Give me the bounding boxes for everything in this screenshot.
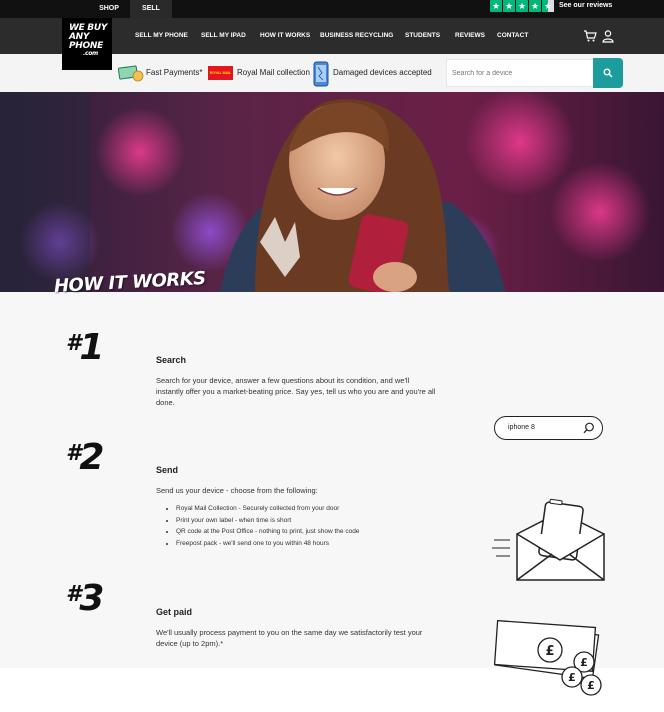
account-icon[interactable] xyxy=(601,29,615,43)
nav-link-reviews[interactable]: REVIEWS xyxy=(455,18,485,54)
logo[interactable]: WE BUY ANY PHONE .com xyxy=(62,18,112,70)
royal-mail-badge-text: ROYAL MAIL xyxy=(209,71,232,75)
top-strip: SHOP SELL ★ ★ ★ ★ ★ See our reviews xyxy=(0,0,664,18)
pound-symbol: £ xyxy=(580,656,588,669)
search-icon xyxy=(603,68,613,78)
nav-link-sell-my-ipad[interactable]: SELL MY IPAD xyxy=(201,18,246,54)
benefit-damaged-devices: Damaged devices accepted xyxy=(333,68,432,77)
nav-link-how-it-works[interactable]: HOW IT WORKS xyxy=(260,18,310,54)
cash-coins-icon: £ £ £ £ xyxy=(493,620,602,696)
step-number-2: #2 xyxy=(66,437,104,478)
send-option: Royal Mail Collection - Securely collect… xyxy=(176,503,436,515)
royal-mail-logo: ROYAL MAIL xyxy=(208,66,233,80)
nav-link-students[interactable]: STUDENTS xyxy=(405,18,440,54)
tab-shop[interactable]: SHOP xyxy=(88,0,130,18)
tab-sell[interactable]: SELL xyxy=(130,0,172,18)
cart-icon[interactable] xyxy=(583,29,597,43)
logo-line: .com xyxy=(83,50,99,57)
benefit-fast-payments: Fast Payments* xyxy=(146,68,203,77)
star-icon: ★ xyxy=(503,0,515,12)
envelope-phone-icon xyxy=(492,498,605,581)
nav-link-business-recycling[interactable]: BUSINESS RECYCLING xyxy=(320,18,393,54)
pound-symbol: £ xyxy=(587,679,595,692)
send-option: Freepost pack - we'll send one to you wi… xyxy=(176,538,436,550)
benefit-royal-mail: Royal Mail collection xyxy=(237,68,310,77)
cash-icon xyxy=(118,65,144,82)
step-3-title: Get paid xyxy=(156,607,193,617)
hero-photo xyxy=(0,92,664,292)
pound-symbol: £ xyxy=(568,671,576,684)
send-option: Print your own label - when time is shor… xyxy=(176,515,436,527)
step-number-1: #1 xyxy=(66,327,104,368)
star-icon: ★ xyxy=(490,0,502,12)
search-input[interactable] xyxy=(447,60,593,86)
send-options-list: Royal Mail Collection - Securely collect… xyxy=(176,503,436,549)
search-button[interactable] xyxy=(593,58,623,88)
nav-link-sell-my-phone[interactable]: SELL MY PHONE xyxy=(135,18,188,54)
step-1-text: Search for your device, answer a few que… xyxy=(156,376,436,407)
damaged-phone-icon xyxy=(313,61,329,87)
step-number-3: #3 xyxy=(66,578,104,619)
nav-link-contact[interactable]: CONTACT xyxy=(497,18,528,54)
pound-symbol: £ xyxy=(545,644,554,659)
step-2-text: Send us your device - choose from the fo… xyxy=(156,486,318,495)
page: SHOP SELL ★ ★ ★ ★ ★ See our reviews WE B… xyxy=(0,0,664,712)
half-star-icon: ★ xyxy=(542,0,554,12)
demo-search-value: iphone 8 xyxy=(508,424,535,431)
search-icon xyxy=(583,422,594,434)
reviews-link[interactable]: See our reviews xyxy=(559,0,612,13)
step-3-text: We'll usually process payment to you on … xyxy=(156,628,423,648)
hero-banner xyxy=(0,92,664,292)
step-number-3-digit: 3 xyxy=(79,578,104,619)
demo-search-field: iphone 8 xyxy=(494,416,603,440)
step-number-2-digit: 2 xyxy=(79,437,104,478)
send-option: QR code at the Post Office - nothing to … xyxy=(176,526,436,538)
device-search xyxy=(446,59,594,87)
star-icon: ★ xyxy=(516,0,528,12)
trustpilot-stars[interactable]: ★ ★ ★ ★ ★ xyxy=(490,0,554,13)
step-number-1-digit: 1 xyxy=(79,327,104,368)
step-2-title: Send xyxy=(156,465,179,475)
star-icon: ★ xyxy=(529,0,541,12)
step-1-title: Search xyxy=(156,355,187,365)
